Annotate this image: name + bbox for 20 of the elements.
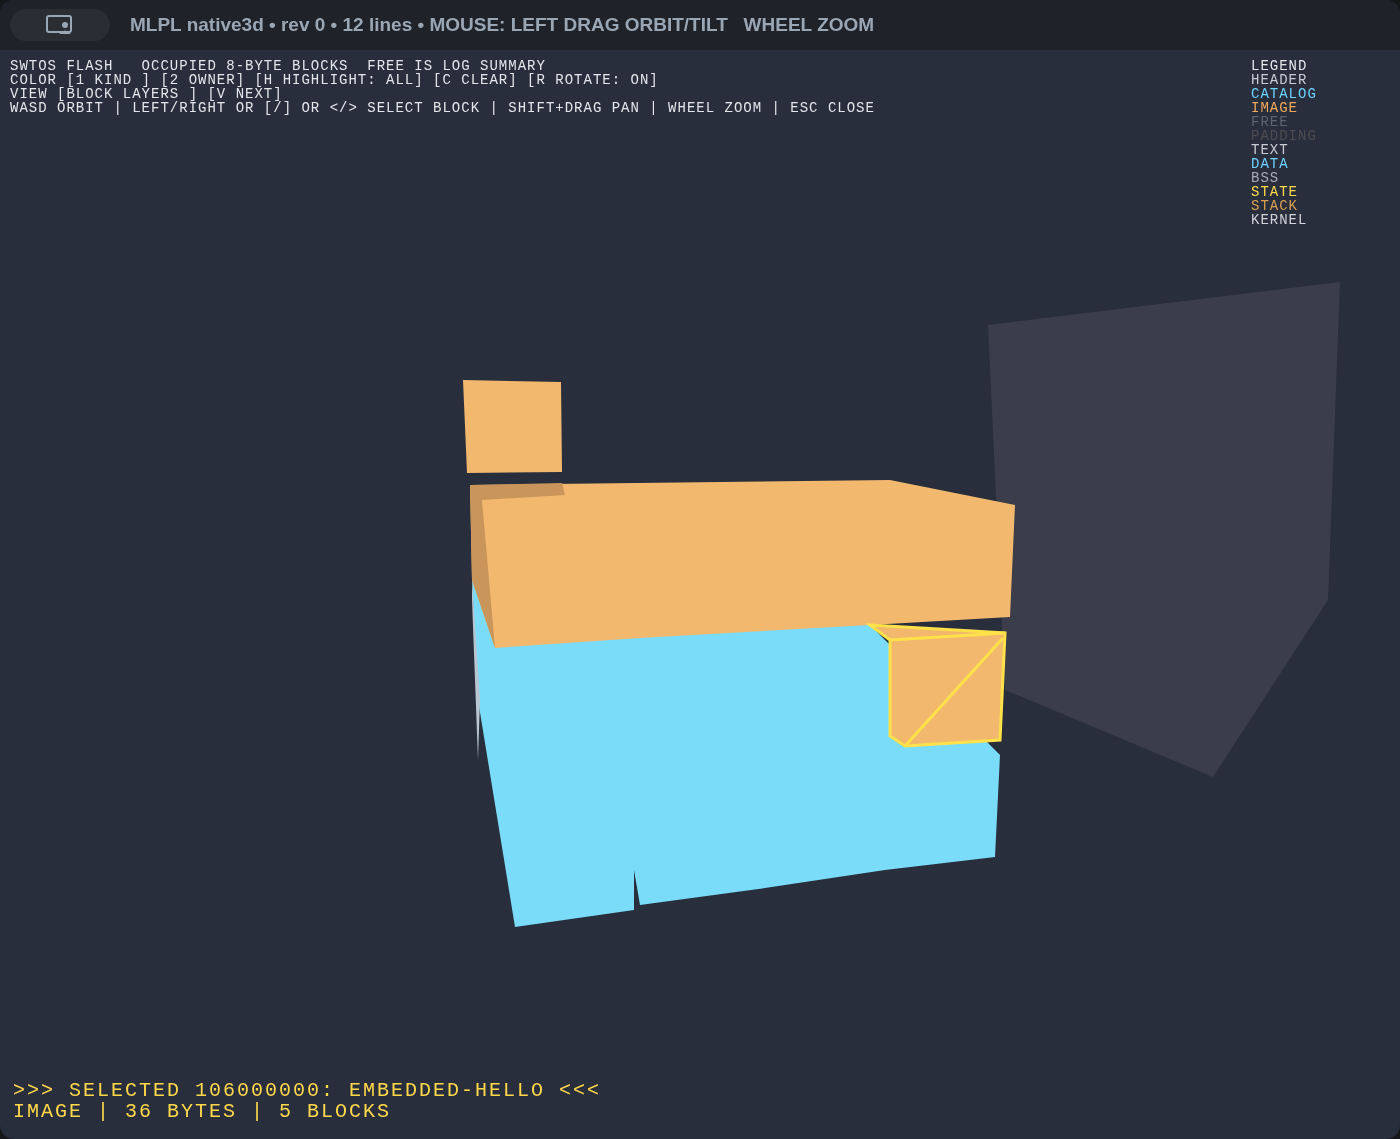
window-title: MLPL native3d • rev 0 • 12 lines • MOUSE: LEFT DRAG ORBIT/TILT WHEEL ZOOM xyxy=(130,12,875,37)
help-line: COLOR [1 KIND ] [2 OWNER] [H HIGHLIGHT: ALL] [C CLEAR] [R ROTATE: ON] xyxy=(10,73,660,87)
legend-item: HEADER xyxy=(1251,73,1309,87)
legend-item: CATALOG xyxy=(1251,87,1317,101)
legend-item: STATE xyxy=(1251,185,1299,199)
legend-item: TEXT xyxy=(1251,143,1290,157)
sidebar-toggle-button[interactable] xyxy=(10,9,110,41)
legend-item: DATA xyxy=(1251,157,1290,171)
selection-info-line: >>> SELECTED 106000000: EMBEDDED-HELLO <<< xyxy=(13,1080,602,1101)
legend-title: LEGEND xyxy=(1251,59,1309,73)
monitor-person-icon xyxy=(46,15,74,35)
legend-item: IMAGE xyxy=(1251,101,1299,115)
legend-item: BSS xyxy=(1251,171,1281,185)
selected-cube[interactable] xyxy=(865,623,1007,748)
help-line: VIEW [BLOCK LAYERS ] [V NEXT] xyxy=(10,87,283,101)
help-line: WASD ORBIT | LEFT/RIGHT OR [/] OR </> SELECT BLOCK | SHIFT+DRAG PAN | WHEEL ZOOM | ESC CLOSE xyxy=(10,101,875,115)
legend-item: KERNEL xyxy=(1251,213,1309,227)
legend-item: STACK xyxy=(1251,199,1299,213)
selection-info-line: IMAGE | 36 BYTES | 5 BLOCKS xyxy=(13,1101,393,1122)
help-line: SWTOS FLASH OCCUPIED 8-BYTE BLOCKS FREE IS LOG SUMMARY xyxy=(10,59,547,73)
